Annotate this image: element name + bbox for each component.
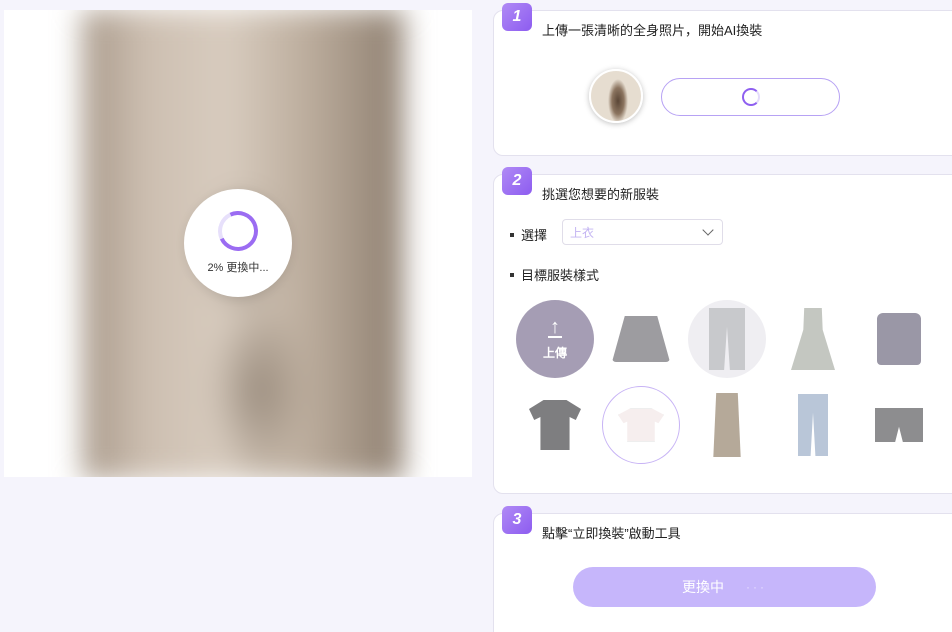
garment-option-skirt[interactable]	[602, 300, 680, 378]
step2-title: 挑選您想要的新服裝	[542, 187, 660, 202]
t-shirt-image	[529, 400, 581, 450]
start-change-button[interactable]: 更換中 ···	[573, 567, 876, 607]
step3-badge: 3	[502, 506, 532, 534]
step3-card: 3 點擊“立即換裝”啟動工具 更換中 ···	[493, 506, 952, 632]
step2-card: 2 挑選您想要的新服裝 選擇 上衣 目標服裝樣式 ↑ 上傳	[493, 167, 952, 494]
garment-option-cami-top[interactable]	[860, 300, 938, 378]
loading-dots-icon: ···	[746, 580, 767, 594]
garment-option-crop-top[interactable]	[602, 386, 680, 464]
step1-card: 1 上傳一張清晰的全身照片，開始AI換裝	[493, 3, 952, 156]
category-select[interactable]: 上衣	[562, 219, 723, 245]
skirt-image	[612, 316, 670, 362]
cami-top-image	[877, 313, 921, 365]
upload-garment-button[interactable]: ↑ 上傳	[516, 300, 594, 378]
step1-title: 上傳一張清晰的全身照片，開始AI換裝	[542, 23, 763, 38]
dress-image	[791, 308, 835, 370]
upload-button-loading[interactable]	[661, 78, 840, 116]
garment-option-jeans[interactable]	[688, 300, 766, 378]
crop-top-image	[618, 408, 664, 442]
bullet-icon	[510, 272, 514, 277]
bullet-icon	[510, 232, 514, 237]
garment-option-bodycon-dress[interactable]	[688, 386, 766, 464]
upload-label: 上傳	[542, 345, 567, 360]
category-label: 選擇	[521, 228, 548, 243]
loading-spinner-icon	[741, 88, 760, 106]
light-jeans-image	[798, 394, 828, 456]
step2-badge: 2	[502, 167, 532, 195]
category-select-value: 上衣	[570, 225, 595, 240]
garment-option-dress[interactable]	[774, 300, 852, 378]
progress-text: 2% 更換中...	[207, 262, 269, 274]
step3-title: 點擊“立即換裝”啟動工具	[542, 526, 681, 541]
start-change-button-label: 更換中	[682, 579, 724, 595]
shorts-image	[875, 408, 923, 442]
garment-option-shorts[interactable]	[860, 386, 938, 464]
category-label-row: 選擇	[510, 225, 547, 244]
garment-grid: ↑ 上傳	[516, 300, 952, 465]
styles-label: 目標服裝樣式	[521, 268, 600, 283]
preview-panel: 2% 更換中...	[4, 10, 472, 477]
upload-arrow-icon: ↑	[548, 315, 562, 338]
garment-option-light-jeans[interactable]	[774, 386, 852, 464]
progress-indicator: 2% 更換中...	[184, 189, 292, 297]
chevron-down-icon	[702, 224, 714, 236]
jeans-image	[709, 308, 745, 370]
step1-badge: 1	[502, 3, 532, 31]
styles-label-row: 目標服裝樣式	[510, 265, 599, 284]
bodycon-dress-image	[713, 393, 741, 457]
uploaded-photo-thumbnail[interactable]	[589, 69, 643, 123]
garment-option-t-shirt[interactable]	[516, 386, 594, 464]
loading-spinner-icon	[212, 205, 264, 257]
